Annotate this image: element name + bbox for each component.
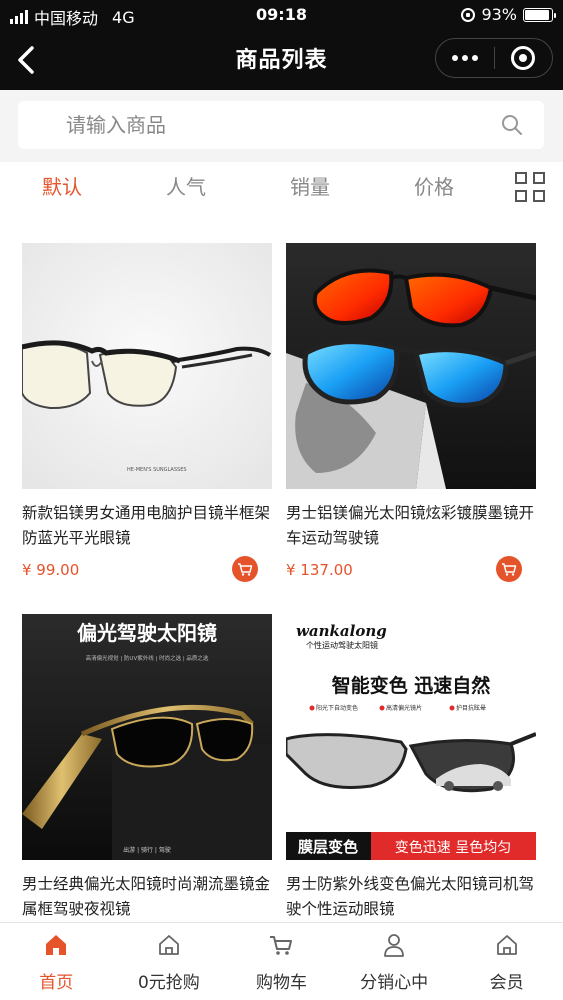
cart-icon [502,563,517,576]
bottom-tab-label: 分销心中 [360,973,429,993]
product-image-brand-sub: 个性运动驾驶太阳镜 [306,640,378,650]
product-image-headline: 偏光驾驶太阳镜 [77,621,217,645]
product-image[interactable]: HE-MEN'S SUNGLASSES [22,243,272,489]
close-miniprogram-button[interactable] [495,39,553,77]
product-card[interactable]: wankalong 个性运动驾驶太阳镜 智能变色 迅速自然 阳光下自动变色 高清… [286,614,536,922]
sort-tabs: 默认 人气 销量 价格 [0,162,563,212]
home-outline-icon [158,935,179,955]
bottom-tab-label: 购物车 [255,973,307,993]
cart-icon [270,936,293,955]
product-card[interactable]: 偏光驾驶太阳镜 高清偏光视觉 | 防UV紫外线 | 时尚之选 | 品质之选 出游… [22,614,272,922]
more-dots-icon [451,55,478,61]
product-image-feature: 护目抗眩晕 [456,704,486,712]
product-image-brand: HE-MEN'S SUNGLASSES [127,467,187,473]
search-box [18,101,544,149]
tab-popularity[interactable]: 人气 [146,162,226,212]
add-to-cart-button[interactable] [496,556,522,582]
more-button[interactable] [436,39,494,77]
tab-sales[interactable]: 销量 [270,162,350,212]
tab-default[interactable]: 默认 [22,162,102,212]
product-image-subline: 高清偏光视觉 | 防UV紫外线 | 时尚之选 | 品质之选 [86,654,209,662]
bottom-tab-label: 首页 [39,973,74,993]
product-name: 男士经典偏光太阳镜时尚潮流墨镜金属框驾驶夜视镜 [22,875,271,918]
status-right: 93% [461,5,556,24]
product-image-feature: 高清偏光镜片 [386,704,422,712]
bottom-tab-bar: 首页 0元抢购 购物车 分销心中 会员 [0,922,563,1000]
product-card[interactable]: HE-MEN'S SUNGLASSES 新款铝镁男女通用电脑护目镜半框架防蓝光平… [22,243,272,582]
bottom-tab-distribution[interactable]: 分销心中 [338,923,451,1000]
user-icon [384,934,404,957]
orientation-lock-icon [461,7,476,22]
product-image-band-right: 变色迅速 呈色均匀 [395,839,511,856]
search-icon[interactable] [500,113,524,137]
status-bar: 中国移动 4G 09:18 93% [0,0,563,30]
product-name: 男士铝镁偏光太阳镜炫彩镀膜墨镜开车运动驾驶镜 [286,504,535,547]
bottom-tab-label: 0元抢购 [137,973,200,993]
product-image-brand: wankalong [296,622,387,640]
battery-percent: 93% [481,5,517,24]
nav-bar: 商品列表 [0,30,563,90]
product-image-headline: 智能变色 迅速自然 [332,674,491,697]
cart-icon [238,563,253,576]
target-icon [511,46,536,70]
bottom-tab-home[interactable]: 首页 [0,923,113,1000]
miniprogram-capsule [435,38,553,78]
product-name: 新款铝镁男女通用电脑护目镜半框架防蓝光平光眼镜 [22,504,271,547]
add-to-cart-button[interactable] [232,556,258,582]
product-grid: HE-MEN'S SUNGLASSES 新款铝镁男女通用电脑护目镜半框架防蓝光平… [0,212,563,922]
home-outline-icon [496,935,517,955]
product-card[interactable]: 男士铝镁偏光太阳镜炫彩镀膜墨镜开车运动驾驶镜 ¥ 137.00 [286,243,536,582]
grid-view-icon[interactable] [515,172,545,202]
search-section [0,90,563,162]
bottom-tab-cart[interactable]: 购物车 [225,923,338,1000]
home-icon [46,935,67,955]
bottom-tab-label: 会员 [489,973,524,993]
product-image[interactable] [286,243,536,489]
battery-icon [523,7,556,22]
product-image-footer: 出游 | 骑行 | 驾驶 [123,846,171,854]
product-image-feature: 阳光下自动变色 [316,704,358,712]
product-image[interactable]: 偏光驾驶太阳镜 高清偏光视觉 | 防UV紫外线 | 时尚之选 | 品质之选 出游… [22,614,272,860]
product-name: 男士防紫外线变色偏光太阳镜司机驾驶个性运动眼镜 [286,875,535,918]
bottom-tab-flash-sale[interactable]: 0元抢购 [113,923,226,1000]
product-image[interactable]: wankalong 个性运动驾驶太阳镜 智能变色 迅速自然 阳光下自动变色 高清… [286,614,536,860]
search-input[interactable] [66,101,486,149]
bottom-tab-member[interactable]: 会员 [450,923,563,1000]
top-bar: 中国移动 4G 09:18 93% 商品列表 [0,0,563,90]
product-image-band-left: 膜层变色 [298,838,358,856]
tab-price[interactable]: 价格 [394,162,474,212]
